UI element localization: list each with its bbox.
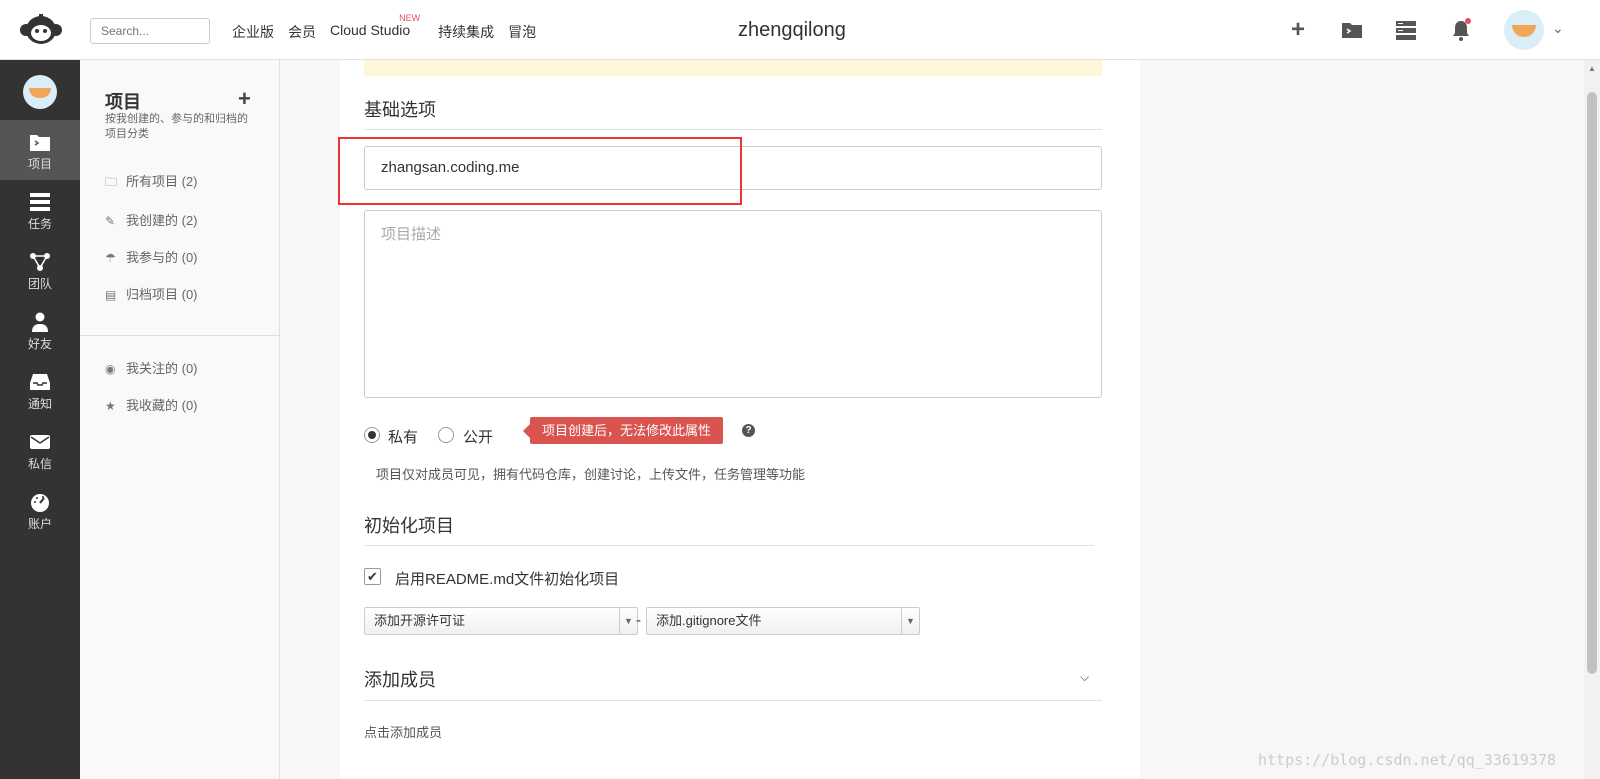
panel-item-label: 归档项目 (0) bbox=[126, 287, 198, 302]
sidebar-item-label: 私信 bbox=[27, 457, 52, 471]
visibility-tooltip: 项目创建后，无法修改此属性 bbox=[522, 417, 724, 444]
license-select-value: 添加开源许可证 bbox=[374, 613, 466, 628]
panel-item-label: 我参与的 (0) bbox=[126, 250, 198, 265]
basic-options-title: 基础选项 bbox=[364, 100, 436, 120]
eye-icon: ◉ bbox=[105, 362, 116, 376]
private-radio-label[interactable]: 私有 bbox=[388, 426, 418, 447]
sidebar-item-label: 项目 bbox=[27, 157, 52, 171]
folder-icon[interactable] bbox=[1340, 18, 1364, 42]
top-nav: 企业版 会员 Cloud Studio NEW 持续集成 冒泡 bbox=[232, 13, 550, 42]
scroll-up-icon[interactable]: ▲ bbox=[1588, 64, 1596, 73]
visibility-description: 项目仅对成员可见，拥有代码仓库，创建讨论，上传文件，任务管理等功能 bbox=[376, 467, 806, 482]
section-divider bbox=[364, 129, 1102, 130]
coding-logo-icon[interactable] bbox=[18, 12, 64, 48]
panel-divider bbox=[80, 335, 280, 336]
sidebar-item-label: 团队 bbox=[27, 277, 52, 291]
nav-enterprise[interactable]: 企业版 bbox=[232, 22, 274, 42]
private-radio[interactable] bbox=[364, 427, 380, 443]
add-members-link[interactable]: 点击添加成员 bbox=[364, 722, 442, 741]
gitignore-select[interactable]: 添加.gitignore文件 ▼ bbox=[646, 607, 920, 635]
nav-cloud-studio[interactable]: Cloud Studio NEW bbox=[330, 13, 424, 42]
sidebar-item-label: 通知 bbox=[27, 397, 52, 411]
inbox-icon bbox=[30, 374, 50, 390]
team-icon bbox=[30, 253, 50, 271]
panel-item-label: 我关注的 (0) bbox=[126, 361, 198, 376]
new-badge: NEW bbox=[399, 13, 421, 23]
license-select[interactable]: 添加开源许可证 ▼ bbox=[364, 607, 638, 635]
expand-chevron-icon[interactable]: ⌵ bbox=[1080, 670, 1089, 685]
section-divider bbox=[364, 545, 1094, 546]
dashboard-icon bbox=[31, 494, 49, 512]
sidebar-item-account[interactable]: 账户 bbox=[0, 480, 80, 540]
panel-item-watched[interactable]: ◉ 我关注的 (0) bbox=[105, 358, 198, 377]
public-radio-label[interactable]: 公开 bbox=[463, 426, 493, 447]
avatar[interactable] bbox=[1504, 10, 1544, 50]
folder-icon: 🗀 bbox=[105, 175, 118, 189]
add-members-title: 添加成员 bbox=[364, 670, 436, 690]
umbrella-icon: ☂ bbox=[105, 251, 116, 265]
panel-item-label: 所有项目 (2) bbox=[126, 174, 198, 189]
chevron-down-icon[interactable]: ⌄ bbox=[1552, 20, 1564, 37]
sidebar-item-label: 好友 bbox=[27, 337, 52, 351]
readme-checkbox[interactable]: ✔ bbox=[364, 568, 381, 585]
panel-item-created[interactable]: ✎ 我创建的 (2) bbox=[105, 210, 198, 229]
select-separator: - bbox=[636, 612, 641, 629]
nav-bubble[interactable]: 冒泡 bbox=[508, 22, 536, 42]
create-project-form: 基础选项 zhangsan.coding.me 项目描述 私有 公开 项目创建后… bbox=[338, 60, 1140, 779]
panel-item-label: 我收藏的 (0) bbox=[126, 398, 198, 413]
add-project-icon[interactable]: + bbox=[238, 86, 251, 112]
folder-icon bbox=[30, 135, 50, 151]
user-icon bbox=[32, 312, 48, 332]
sidebar-item-label: 任务 bbox=[27, 217, 52, 231]
dropdown-arrow-icon: ▼ bbox=[901, 608, 919, 634]
panel-item-starred[interactable]: ★ 我收藏的 (0) bbox=[105, 395, 198, 414]
sidebar-item-label: 账户 bbox=[27, 517, 52, 531]
panel-description: 按我创建的、参与的和归档的项目分类 bbox=[105, 113, 248, 140]
section-divider bbox=[364, 700, 1102, 701]
nav-membership[interactable]: 会员 bbox=[288, 22, 316, 42]
archive-icon: ▤ bbox=[105, 288, 117, 302]
watermark: https://blog.csdn.net/qq_33619378 bbox=[1258, 751, 1557, 769]
sidebar-avatar[interactable] bbox=[23, 75, 57, 109]
gitignore-select-value: 添加.gitignore文件 bbox=[656, 613, 762, 628]
help-icon[interactable]: ? bbox=[742, 424, 755, 437]
edit-icon: ✎ bbox=[105, 214, 116, 228]
tasks-icon[interactable] bbox=[1394, 18, 1418, 42]
top-bar: 企业版 会员 Cloud StudioNEW 持续集成 冒泡 zhengqilo… bbox=[0, 0, 1600, 60]
search-input[interactable] bbox=[90, 18, 210, 44]
sidebar-item-messages[interactable]: 私信 bbox=[0, 420, 80, 480]
init-project-title: 初始化项目 bbox=[364, 516, 454, 536]
panel-item-label: 我创建的 (2) bbox=[126, 213, 198, 228]
project-description-textarea[interactable]: 项目描述 bbox=[364, 210, 1102, 398]
page-title: zhengqilong bbox=[738, 19, 846, 41]
sidebar-item-projects[interactable]: 项目 bbox=[0, 120, 80, 180]
nav-cloud-studio-label: Cloud Studio bbox=[330, 22, 411, 38]
sidebar-item-tasks[interactable]: 任务 bbox=[0, 180, 80, 240]
panel-item-archived[interactable]: ▤ 归档项目 (0) bbox=[105, 284, 198, 303]
mail-icon bbox=[30, 435, 50, 449]
sidebar-item-friends[interactable]: 好友 bbox=[0, 300, 80, 360]
public-radio[interactable] bbox=[438, 427, 454, 443]
page-scrollbar[interactable]: ▲ bbox=[1584, 60, 1600, 779]
notice-bar bbox=[364, 60, 1102, 76]
panel-item-all[interactable]: 🗀 所有项目 (2) bbox=[105, 171, 198, 194]
plus-icon[interactable]: + bbox=[1286, 18, 1310, 42]
project-panel: 项目 + 按我创建的、参与的和归档的项目分类 🗀 所有项目 (2) ✎ 我创建的 (… bbox=[80, 60, 280, 779]
nav-ci[interactable]: 持续集成 bbox=[438, 22, 494, 42]
main-sidebar: 项目 任务 团队 好友 通知 私信 账户 bbox=[0, 60, 80, 779]
readme-checkbox-label[interactable]: 启用README.md文件初始化项目 bbox=[395, 568, 619, 589]
sidebar-item-team[interactable]: 团队 bbox=[0, 240, 80, 300]
scrollbar-thumb[interactable] bbox=[1587, 92, 1597, 674]
sidebar-item-notifications[interactable]: 通知 bbox=[0, 360, 80, 420]
highlight-annotation-box bbox=[338, 137, 742, 205]
tasks-icon bbox=[30, 193, 50, 211]
dropdown-arrow-icon: ▼ bbox=[619, 608, 637, 634]
bell-icon[interactable] bbox=[1449, 18, 1473, 42]
panel-title: 项目 bbox=[105, 92, 141, 112]
panel-item-joined[interactable]: ☂ 我参与的 (0) bbox=[105, 247, 198, 266]
star-icon: ★ bbox=[105, 399, 116, 413]
